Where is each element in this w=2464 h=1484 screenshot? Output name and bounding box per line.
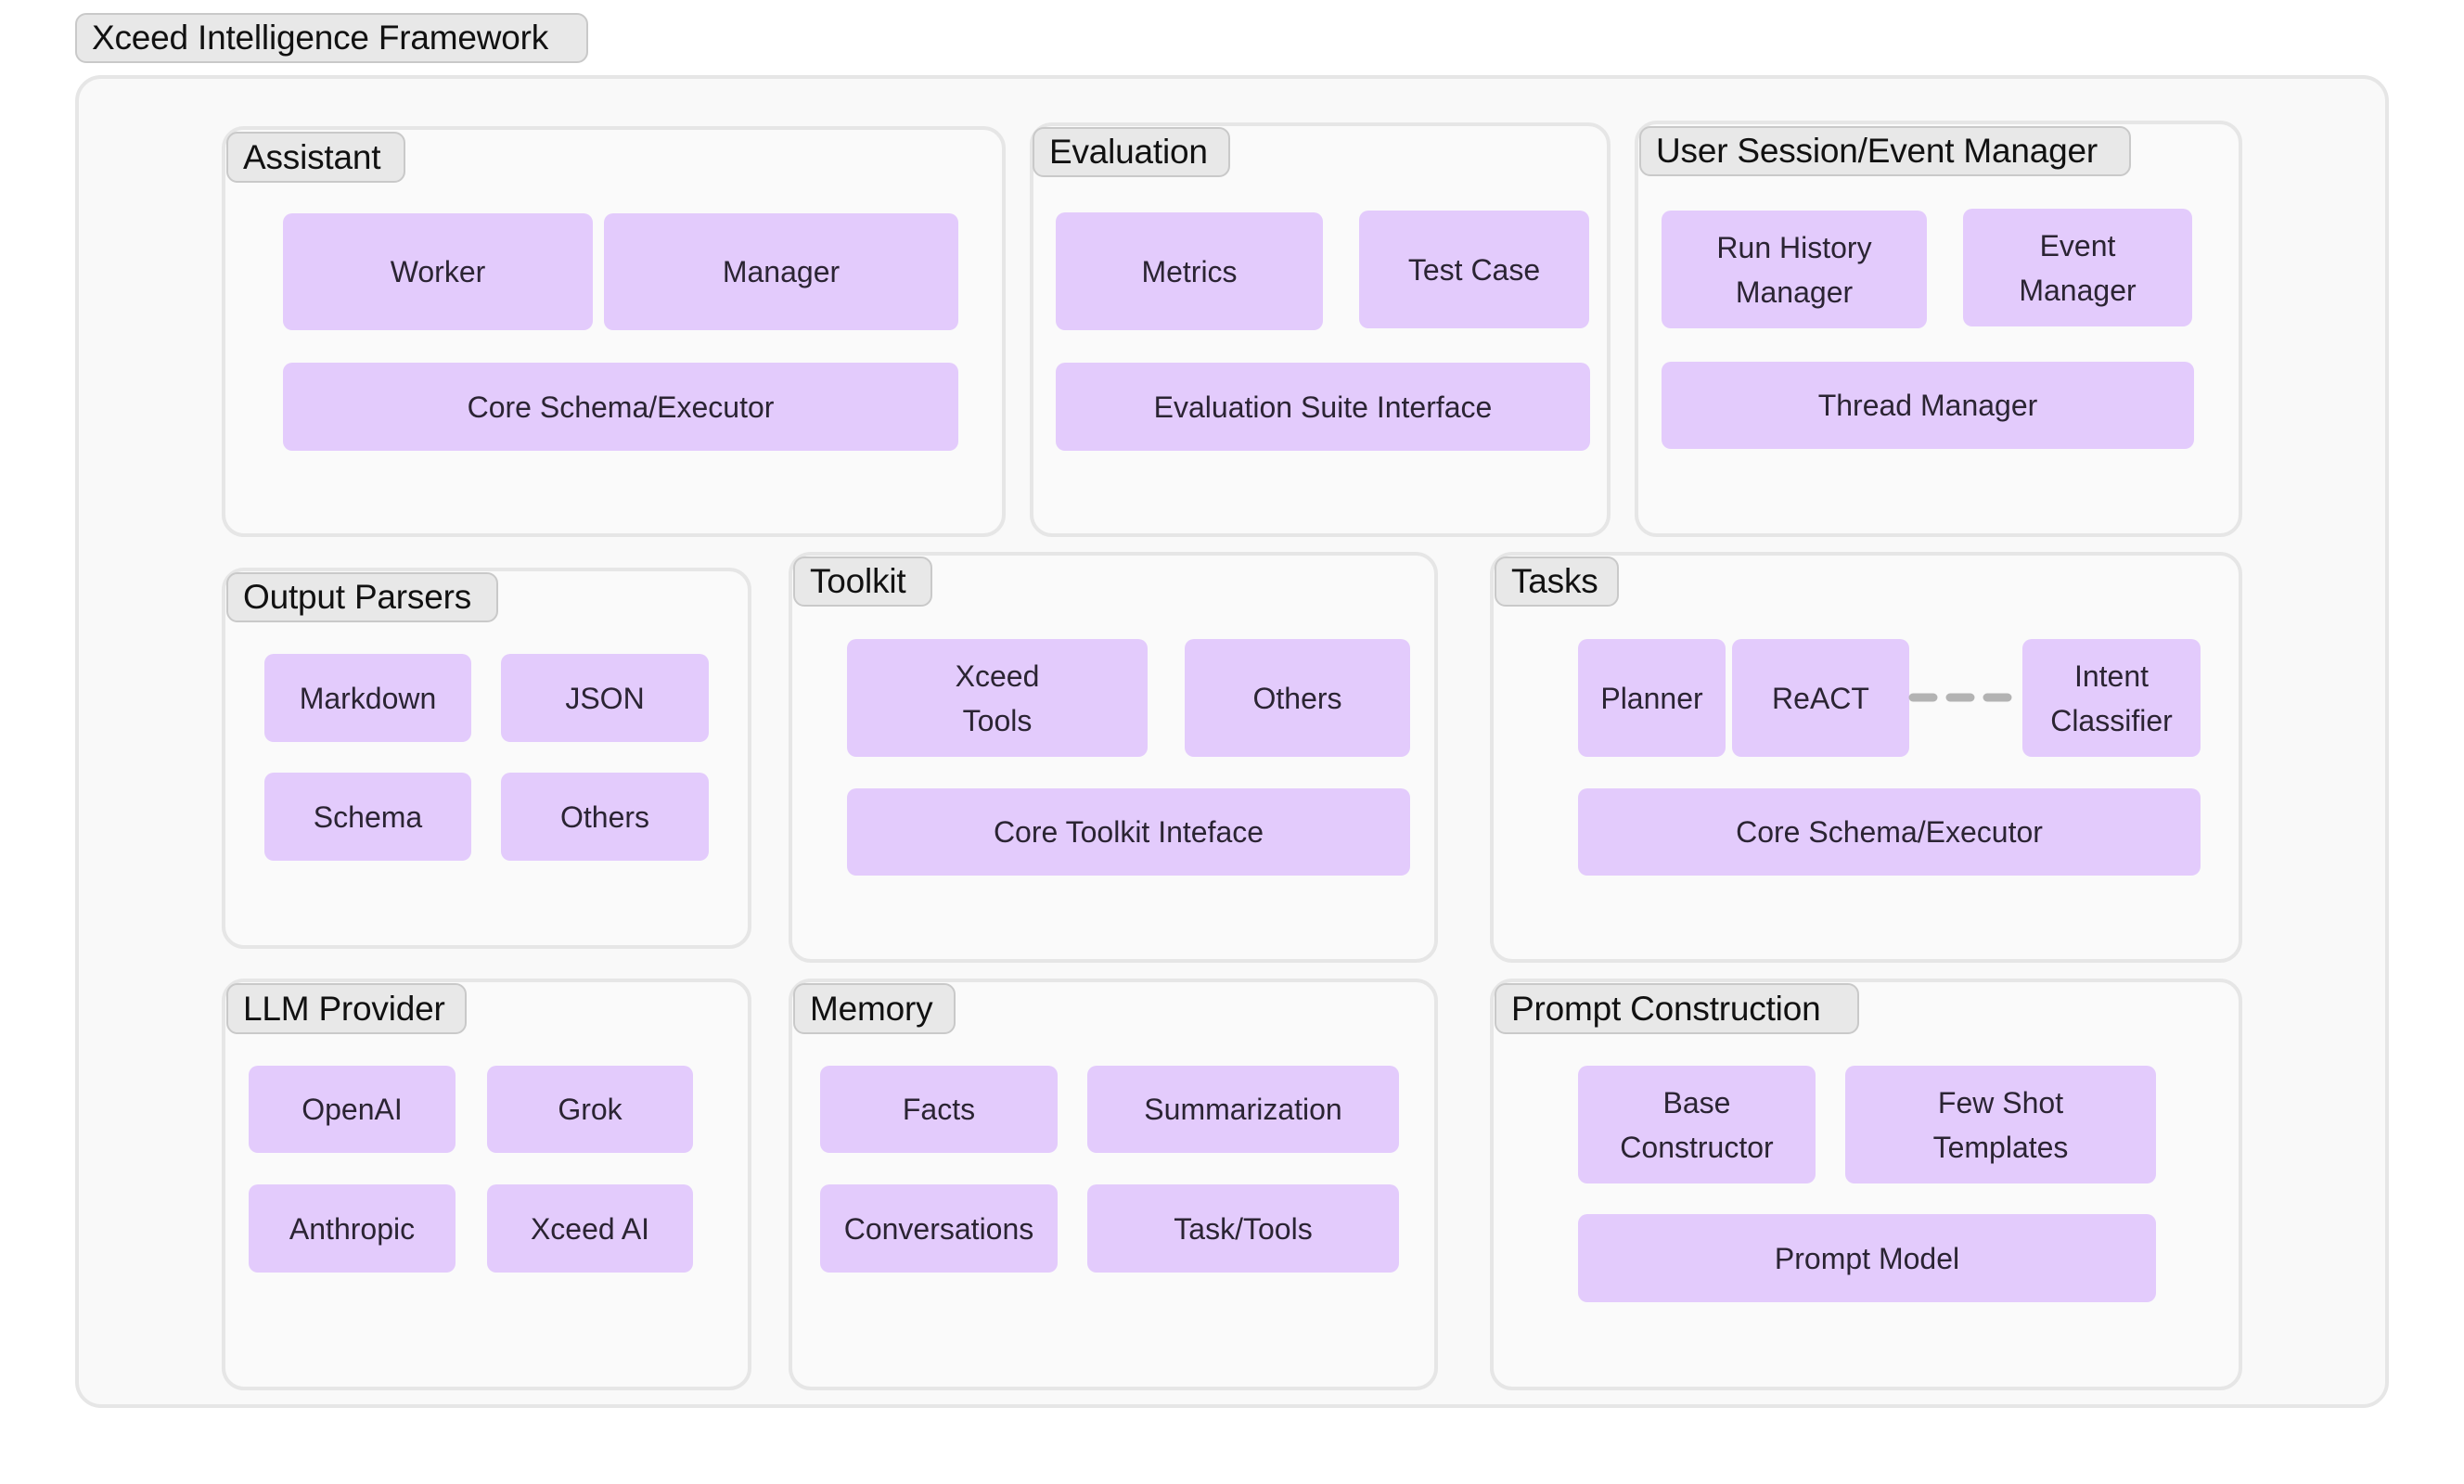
group-label-memory: Memory xyxy=(793,983,956,1034)
component-prompt-model[interactable]: Prompt Model xyxy=(1578,1214,2156,1302)
component-core-schema-executor-tasks[interactable]: Core Schema/Executor xyxy=(1578,788,2201,876)
component-conversations[interactable]: Conversations xyxy=(820,1184,1058,1273)
group-label-llm-provider: LLM Provider xyxy=(226,983,467,1034)
component-facts[interactable]: Facts xyxy=(820,1066,1058,1153)
group-prompt-construction xyxy=(1490,979,2242,1390)
component-anthropic[interactable]: Anthropic xyxy=(249,1184,456,1273)
component-grok[interactable]: Grok xyxy=(487,1066,693,1153)
component-few-shot-templates[interactable]: Few Shot Templates xyxy=(1845,1066,2156,1183)
component-task-tools[interactable]: Task/Tools xyxy=(1087,1184,1399,1273)
component-xceed-ai[interactable]: Xceed AI xyxy=(487,1184,693,1273)
component-base-constructor[interactable]: Base Constructor xyxy=(1578,1066,1816,1183)
group-label-prompt-construction: Prompt Construction xyxy=(1495,983,1859,1034)
component-openai[interactable]: OpenAI xyxy=(249,1066,456,1153)
component-summarization[interactable]: Summarization xyxy=(1087,1066,1399,1153)
